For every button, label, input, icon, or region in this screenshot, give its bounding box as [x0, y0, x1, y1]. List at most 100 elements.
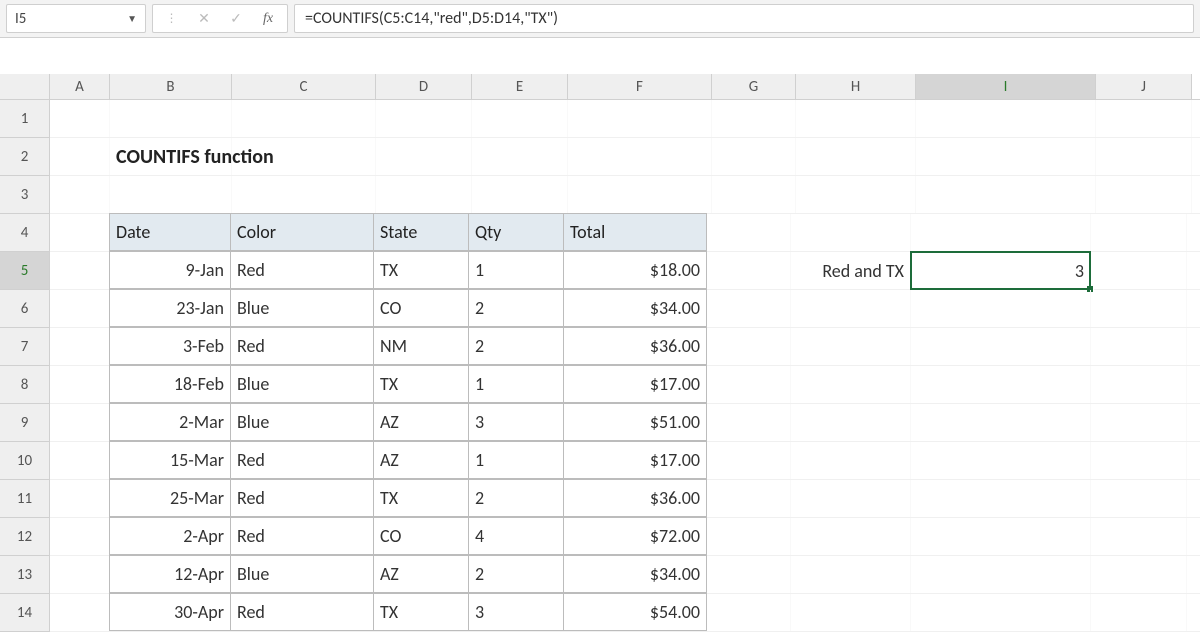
- td-total[interactable]: $17.00: [563, 441, 707, 479]
- cell[interactable]: [911, 366, 1091, 403]
- cell[interactable]: [707, 518, 791, 555]
- cell[interactable]: [911, 518, 1091, 555]
- cell[interactable]: [707, 290, 791, 327]
- cell[interactable]: [232, 176, 376, 213]
- col-header-D[interactable]: D: [376, 74, 472, 99]
- select-all-corner[interactable]: [0, 74, 50, 99]
- result-value-cell[interactable]: 3: [911, 252, 1091, 289]
- title-cell[interactable]: COUNTIFS function: [110, 138, 232, 175]
- td-total[interactable]: $17.00: [563, 365, 707, 403]
- td-total[interactable]: $72.00: [563, 517, 707, 555]
- td-color[interactable]: Blue: [230, 555, 374, 593]
- row-header-5[interactable]: 5: [0, 252, 50, 290]
- td-qty[interactable]: 1: [468, 365, 564, 403]
- td-state[interactable]: AZ: [373, 403, 469, 441]
- cell[interactable]: [50, 594, 110, 631]
- td-state[interactable]: TX: [373, 251, 469, 289]
- cell[interactable]: [472, 176, 568, 213]
- cell[interactable]: [50, 556, 110, 593]
- cell[interactable]: [707, 404, 791, 441]
- td-date[interactable]: 18-Feb: [109, 365, 231, 403]
- cell[interactable]: [911, 594, 1091, 631]
- cell[interactable]: [50, 366, 110, 403]
- td-qty[interactable]: 4: [468, 517, 564, 555]
- cell[interactable]: [376, 176, 472, 213]
- th-qty[interactable]: Qty: [468, 213, 564, 251]
- td-qty[interactable]: 1: [468, 251, 564, 289]
- row-header-13[interactable]: 13: [0, 556, 50, 594]
- td-qty[interactable]: 2: [468, 327, 564, 365]
- td-state[interactable]: NM: [373, 327, 469, 365]
- cell[interactable]: [110, 100, 232, 137]
- cell[interactable]: [50, 290, 110, 327]
- th-date[interactable]: Date: [109, 213, 231, 251]
- cell[interactable]: [712, 100, 796, 137]
- cell[interactable]: [1091, 328, 1187, 365]
- row-header-11[interactable]: 11: [0, 480, 50, 518]
- cell[interactable]: [1096, 176, 1192, 213]
- cell[interactable]: [911, 290, 1091, 327]
- cell[interactable]: [50, 442, 110, 479]
- td-qty[interactable]: 3: [468, 593, 564, 631]
- cell[interactable]: [911, 214, 1091, 251]
- cell[interactable]: [916, 138, 1096, 175]
- cell[interactable]: [568, 100, 712, 137]
- ellipsis-icon[interactable]: ⋮: [161, 16, 183, 22]
- row-header-10[interactable]: 10: [0, 442, 50, 480]
- cell[interactable]: [568, 176, 712, 213]
- row-header-14[interactable]: 14: [0, 594, 50, 632]
- cell[interactable]: [707, 214, 791, 251]
- row-header-6[interactable]: 6: [0, 290, 50, 328]
- td-color[interactable]: Blue: [230, 403, 374, 441]
- col-header-I[interactable]: I: [916, 74, 1096, 99]
- cell[interactable]: [707, 480, 791, 517]
- cell[interactable]: [50, 518, 110, 555]
- td-date[interactable]: 2-Mar: [109, 403, 231, 441]
- td-state[interactable]: CO: [373, 517, 469, 555]
- td-date[interactable]: 30-Apr: [109, 593, 231, 631]
- th-state[interactable]: State: [373, 213, 469, 251]
- td-total[interactable]: $36.00: [563, 327, 707, 365]
- cell[interactable]: [791, 328, 911, 365]
- cell[interactable]: [1091, 214, 1187, 251]
- td-total[interactable]: $51.00: [563, 403, 707, 441]
- td-state[interactable]: AZ: [373, 441, 469, 479]
- row-header-9[interactable]: 9: [0, 404, 50, 442]
- cell[interactable]: [707, 252, 791, 289]
- cell[interactable]: [1091, 518, 1187, 555]
- cell[interactable]: [376, 138, 472, 175]
- cell[interactable]: [911, 404, 1091, 441]
- col-header-E[interactable]: E: [472, 74, 568, 99]
- cell[interactable]: [50, 214, 110, 251]
- col-header-F[interactable]: F: [568, 74, 712, 99]
- td-date[interactable]: 12-Apr: [109, 555, 231, 593]
- result-label-cell[interactable]: Red and TX: [791, 252, 911, 289]
- td-state[interactable]: TX: [373, 365, 469, 403]
- cell[interactable]: [791, 442, 911, 479]
- row-header-12[interactable]: 12: [0, 518, 50, 556]
- td-date[interactable]: 25-Mar: [109, 479, 231, 517]
- cell[interactable]: [50, 138, 110, 175]
- cell[interactable]: [791, 556, 911, 593]
- cell[interactable]: [50, 480, 110, 517]
- cell[interactable]: [50, 176, 110, 213]
- td-color[interactable]: Red: [230, 593, 374, 631]
- td-color[interactable]: Red: [230, 327, 374, 365]
- td-total[interactable]: $18.00: [563, 251, 707, 289]
- cell[interactable]: [472, 100, 568, 137]
- td-state[interactable]: TX: [373, 593, 469, 631]
- fx-icon[interactable]: fx: [257, 11, 279, 27]
- cell[interactable]: [707, 594, 791, 631]
- th-color[interactable]: Color: [230, 213, 374, 251]
- td-color[interactable]: Red: [230, 441, 374, 479]
- cell[interactable]: [707, 442, 791, 479]
- cell[interactable]: [707, 328, 791, 365]
- td-qty[interactable]: 1: [468, 441, 564, 479]
- cell[interactable]: [791, 594, 911, 631]
- cell[interactable]: [707, 556, 791, 593]
- td-date[interactable]: 3-Feb: [109, 327, 231, 365]
- cell[interactable]: [911, 556, 1091, 593]
- cell[interactable]: [707, 366, 791, 403]
- td-qty[interactable]: 2: [468, 555, 564, 593]
- name-box[interactable]: I5 ▼: [6, 4, 146, 33]
